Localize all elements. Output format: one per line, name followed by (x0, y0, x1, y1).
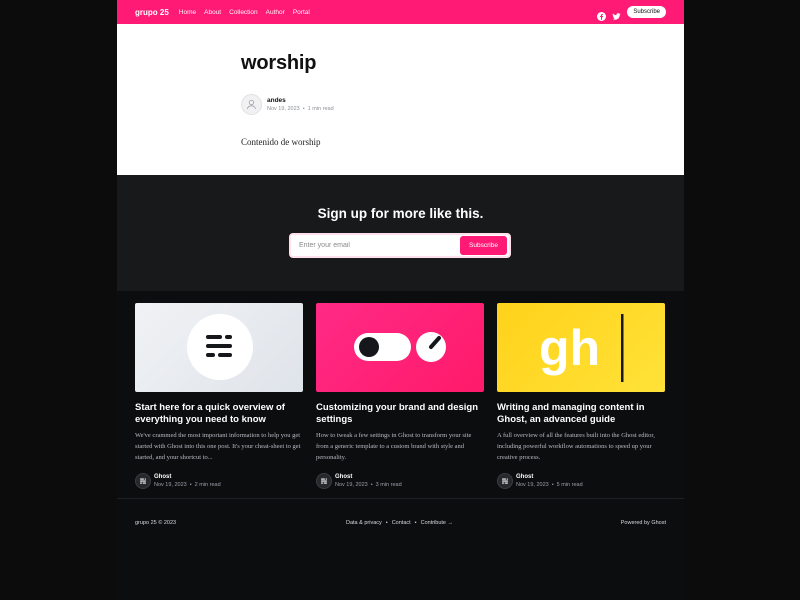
post-meta: Ghost Nov 19, 2023 • 2 min read (135, 473, 303, 489)
footer-divider (117, 498, 684, 499)
site-header: grupo 25 Home About Collection Author Po… (117, 0, 684, 24)
powered-by[interactable]: Powered by Ghost (621, 520, 666, 526)
article-content: Contenido de worship (241, 137, 321, 147)
header-actions: Subscribe (597, 6, 666, 21)
footer-links: Data & privacy • Contact • Contribute → (346, 520, 453, 526)
post-title[interactable]: Start here for a quick overview of every… (135, 402, 303, 426)
post-excerpt: A full overview of all the features buil… (497, 432, 655, 461)
footer-link-contribute[interactable]: Contribute → (421, 520, 453, 526)
ghost-logo-icon (206, 335, 232, 357)
article-byline: andes Nov 19, 2023 • 1 min read (241, 94, 334, 115)
footer-link-contact[interactable]: Contact (392, 520, 411, 526)
post-thumbnail[interactable]: gh (497, 303, 665, 392)
post-thumbnail[interactable] (135, 303, 303, 392)
post-thumbnail[interactable] (316, 303, 484, 392)
post-author[interactable]: Ghost (335, 474, 402, 481)
site-brand[interactable]: grupo 25 (135, 8, 169, 17)
post-meta: Ghost Nov 19, 2023 • 3 min read (316, 473, 484, 489)
post-meta: Ghost Nov 19, 2023 • 5 min read (497, 473, 665, 489)
article-meta: Nov 19, 2023 • 1 min read (267, 105, 334, 112)
post-card[interactable]: Customizing your brand and design settin… (316, 303, 484, 489)
footer-copyright: grupo 25 © 2023 (135, 520, 177, 526)
site-footer: grupo 25 © 2023 Data & privacy • Contact… (135, 520, 666, 526)
post-author[interactable]: Ghost (154, 474, 221, 481)
author-avatar[interactable] (135, 473, 151, 489)
article-title: worship (241, 52, 317, 74)
twitter-icon[interactable] (612, 8, 621, 20)
signup-section: Sign up for more like this. Subscribe (117, 175, 684, 291)
article-date: Nov 19, 2023 (267, 105, 300, 112)
author-name[interactable]: andes (267, 97, 334, 105)
user-icon (246, 99, 257, 110)
post-date: Nov 19, 2023 (516, 481, 549, 488)
post-excerpt: How to tweak a few settings in Ghost to … (316, 432, 472, 461)
footer-separator: • (414, 520, 417, 526)
thumb-text: gh (539, 320, 600, 376)
ghost-icon (321, 478, 327, 484)
post-read-time: 2 min read (194, 481, 221, 488)
nav-portal[interactable]: Portal (293, 9, 310, 16)
author-avatar[interactable] (316, 473, 332, 489)
post-date: Nov 19, 2023 (154, 481, 187, 488)
author-avatar[interactable] (241, 94, 262, 115)
nav-author[interactable]: Author (266, 9, 285, 16)
nav-home[interactable]: Home (179, 9, 196, 16)
email-input[interactable] (293, 242, 460, 249)
post-author[interactable]: Ghost (516, 474, 583, 481)
facebook-icon[interactable] (597, 8, 607, 21)
signup-form: Subscribe (289, 233, 511, 258)
post-title[interactable]: Customizing your brand and design settin… (316, 402, 484, 426)
signup-title: Sign up for more like this. (317, 206, 484, 221)
main-nav: Home About Collection Author Portal (179, 9, 318, 16)
author-avatar[interactable] (497, 473, 513, 489)
post-read-time: 3 min read (375, 481, 402, 488)
post-read-time: 5 min read (556, 481, 583, 488)
ghost-icon (140, 478, 146, 484)
signup-subscribe-button[interactable]: Subscribe (460, 236, 507, 255)
post-title[interactable]: Writing and managing content in Ghost, a… (497, 402, 665, 426)
related-posts: Start here for a quick overview of every… (135, 303, 666, 489)
article-read-time: 1 min read (307, 105, 334, 112)
header-subscribe-button[interactable]: Subscribe (627, 6, 666, 18)
toggle-switch-icon (354, 333, 411, 361)
post-card[interactable]: gh Writing and managing content in Ghost… (497, 303, 665, 489)
post-card[interactable]: Start here for a quick overview of every… (135, 303, 303, 489)
post-date: Nov 19, 2023 (335, 481, 368, 488)
post-excerpt: We've crammed the most important informa… (135, 432, 301, 461)
footer-link-privacy[interactable]: Data & privacy (346, 520, 382, 526)
nav-collection[interactable]: Collection (229, 9, 258, 16)
page: grupo 25 Home About Collection Author Po… (117, 0, 684, 600)
nav-about[interactable]: About (204, 9, 221, 16)
dial-icon (416, 332, 446, 362)
footer-separator: • (385, 520, 388, 526)
ghost-icon (502, 478, 508, 484)
article: worship andes Nov 19, 2023 • 1 min read Co… (117, 24, 684, 175)
